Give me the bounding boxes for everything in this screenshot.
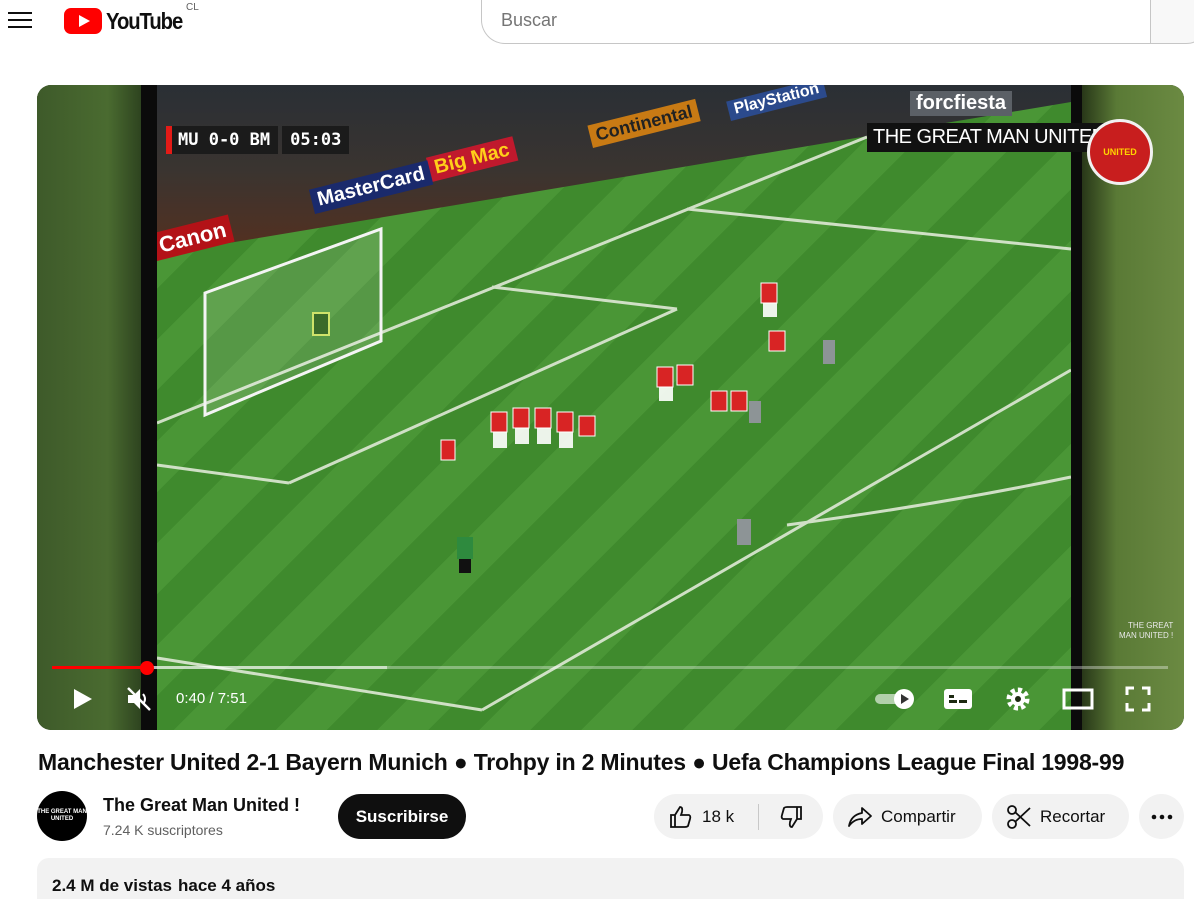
thumbs-up-icon [670, 805, 692, 828]
progress-bar[interactable] [52, 666, 1168, 669]
video-title: Manchester United 2-1 Bayern Munich ● Tr… [38, 749, 1125, 775]
match-clock: 05:03 [282, 126, 350, 154]
player-figure [440, 439, 456, 461]
progress-played [52, 666, 147, 669]
time-separator: / [205, 690, 218, 707]
settings-button[interactable] [1003, 682, 1033, 716]
corner-watermark-line1: THE GREAT [1128, 621, 1174, 630]
fullscreen-button[interactable] [1123, 682, 1153, 716]
guide-menu-icon[interactable] [6, 6, 34, 34]
corner-watermark: THE GREAT MAN UNITED ! [1119, 621, 1173, 641]
search-input[interactable]: Buscar [481, 0, 1151, 44]
score-overlay: MU 0-0 BM 05:03 [166, 125, 350, 155]
volume-muted-icon [127, 687, 151, 711]
thumbs-down-icon [780, 805, 802, 828]
gear-icon [1006, 687, 1030, 711]
autoplay-toggle-icon [875, 689, 914, 709]
theater-mode-icon [1062, 688, 1094, 710]
progress-scrubber[interactable] [139, 661, 154, 675]
club-crest-icon: UNITED [1087, 119, 1153, 185]
share-button[interactable]: Compartir [833, 794, 982, 839]
view-count: 2.4 M de vistas [52, 876, 173, 895]
country-code: CL [186, 2, 199, 13]
play-icon [74, 689, 92, 709]
autoplay-toggle[interactable] [873, 682, 917, 716]
theater-mode-button[interactable] [1061, 682, 1095, 716]
youtube-play-icon [64, 8, 102, 34]
subscribe-button[interactable]: Suscribirse [338, 794, 466, 839]
like-count: 18 k [702, 806, 735, 826]
publish-date: hace 4 años [178, 876, 276, 895]
scissors-icon [1007, 804, 1031, 829]
corner-watermark-line2: MAN UNITED ! [1119, 631, 1174, 640]
video-player[interactable]: forcfiesta PlayStation Continental Big M… [37, 85, 1184, 730]
channel-watermark: THE GREAT MAN UNITED ! [867, 123, 1122, 152]
play-button[interactable] [67, 682, 97, 716]
channel-avatar[interactable]: THE GREAT MAN UNITED [37, 791, 87, 841]
score-text: MU 0-0 BM [166, 126, 279, 154]
subtitles-button[interactable] [942, 682, 974, 716]
description-box[interactable]: 2.4 M de vistas hace 4 años [37, 858, 1184, 899]
subtitles-icon [944, 689, 972, 709]
goal [203, 226, 383, 418]
mute-button[interactable] [123, 682, 155, 716]
letterbox-right [1071, 85, 1082, 730]
share-label: Compartir [881, 806, 956, 826]
channel-name-link[interactable]: The Great Man United ! [103, 795, 300, 816]
clip-label: Recortar [1040, 806, 1106, 826]
search-button[interactable] [1150, 0, 1194, 44]
subscriber-count: 7.24 K suscriptores [103, 822, 223, 838]
fullscreen-icon [1125, 686, 1151, 712]
youtube-logo[interactable]: YouTube [64, 6, 193, 36]
more-horizontal-icon [1151, 814, 1172, 819]
letterbox-left [141, 85, 157, 730]
clip-button[interactable]: Recortar [992, 794, 1129, 839]
pitch-drawing [156, 135, 1072, 712]
time-display: 0:40 / 7:51 [176, 690, 247, 707]
logo-text: YouTube [106, 7, 183, 34]
dislike-button[interactable] [759, 794, 823, 839]
masthead: YouTube CL Buscar [0, 0, 1194, 56]
more-actions-button[interactable] [1139, 794, 1184, 839]
like-button[interactable]: 18 k [654, 794, 758, 839]
like-dislike-group: 18 k [654, 794, 823, 839]
time-total: 7:51 [217, 690, 247, 707]
time-current: 0:40 [176, 690, 206, 707]
share-icon [848, 806, 872, 827]
